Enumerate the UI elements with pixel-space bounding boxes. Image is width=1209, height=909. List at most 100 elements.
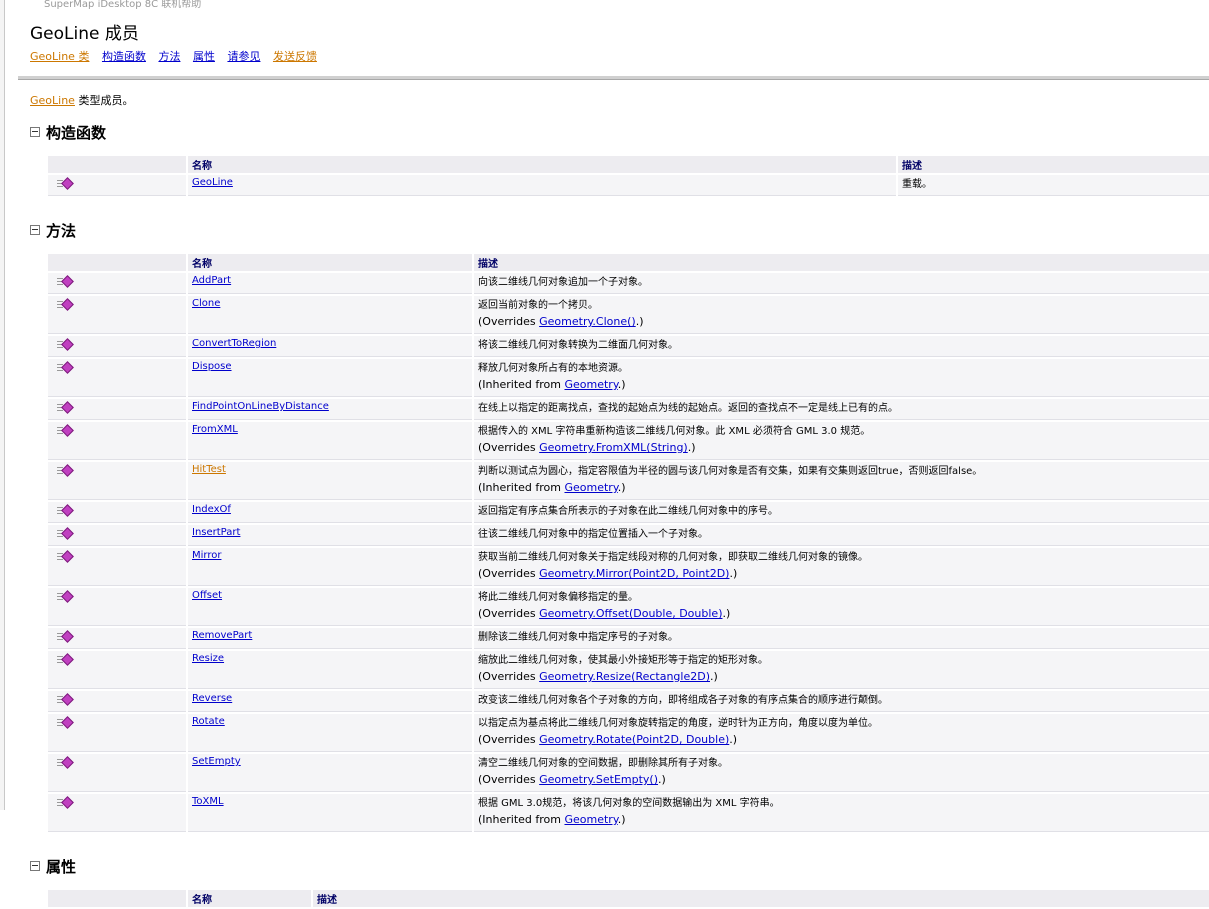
nav-link-methods[interactable]: 方法 [158,50,180,63]
note-prefix: (Overrides [478,773,540,786]
member-link[interactable]: GeoLine [192,177,233,188]
method-icon [57,693,74,706]
table-row: InsertPart 往该二维线几何对象中的指定位置插入一个子对象。 [48,525,1209,546]
member-desc-note: (Inherited from Geometry.) [478,813,626,826]
member-desc-note: (Overrides Geometry.Rotate(Point2D, Doub… [478,733,737,746]
member-name-cell: ConvertToRegion [188,336,472,357]
member-desc-note: (Overrides Geometry.Clone().) [478,315,644,328]
member-link[interactable]: FindPointOnLineByDistance [192,401,329,412]
section-properties-heading[interactable]: 属性 [30,856,1209,876]
left-frame-edge [0,0,5,810]
member-link[interactable]: Resize [192,653,224,664]
note-link[interactable]: Geometry [564,378,617,391]
member-desc-note: (Overrides Geometry.Resize(Rectangle2D).… [478,670,718,683]
member-desc: 根据 GML 3.0规范，将该几何对象的空间数据输出为 XML 字符串。 [478,798,780,809]
member-link[interactable]: Mirror [192,550,221,561]
member-link[interactable]: IndexOf [192,504,231,515]
member-desc-cell: 在线上以指定的距离找点，查找的起始点为线的起始点。返回的查找点不一定是线上已有的… [474,399,1209,420]
note-link[interactable]: Geometry.Resize(Rectangle2D) [539,670,710,683]
member-desc-cell: 往该二维线几何对象中的指定位置插入一个子对象。 [474,525,1209,546]
member-desc-note: (Overrides Geometry.SetEmpty().) [478,773,666,786]
col-desc-header: 描述 [474,254,1209,271]
note-suffix: .) [710,670,718,683]
member-icon-cell [48,336,186,357]
member-link[interactable]: FromXML [192,424,238,435]
table-row: Dispose 释放几何对象所占有的本地资源。 (Inherited from Ge… [48,359,1209,397]
member-desc-cell: 将该二维线几何对象转换为二维面几何对象。 [474,336,1209,357]
member-name-cell: Clone [188,296,472,334]
member-desc-note: (Overrides Geometry.Mirror(Point2D, Poin… [478,567,737,580]
member-name-cell: Mirror [188,548,472,586]
note-suffix: .) [722,607,731,620]
member-desc: 返回当前对象的一个拷贝。 [478,300,598,311]
member-icon-cell [48,794,186,832]
member-link[interactable]: SetEmpty [192,756,241,767]
member-desc: 重载。 [898,175,1209,196]
member-link[interactable]: Offset [192,590,222,601]
nav-link-properties[interactable]: 属性 [193,50,215,63]
method-icon [57,177,74,190]
member-desc-cell: 返回当前对象的一个拷贝。 (Overrides Geometry.Clone().… [474,296,1209,334]
table-row: Rotate 以指定点为基点将此二维线几何对象旋转指定的角度，逆时针为正方向，角度… [48,714,1209,752]
member-desc-cell: 释放几何对象所占有的本地资源。 (Inherited from Geometry.… [474,359,1209,397]
member-link[interactable]: Reverse [192,693,232,704]
member-desc-cell: 向该二维线几何对象追加一个子对象。 [474,273,1209,294]
note-suffix: .) [729,567,738,580]
member-link[interactable]: AddPart [192,275,231,286]
note-link[interactable]: Geometry.FromXML(String) [539,441,688,454]
col-name-header: 名称 [188,890,311,907]
member-link[interactable]: RemovePart [192,630,252,641]
main-content: GeoLine 类型成员。 构造函数 名称 描述 GeoLine 重载。 方法 … [30,92,1209,909]
note-link[interactable]: Geometry.Offset(Double, Double) [539,607,722,620]
nav-link-feedback[interactable]: 发送反馈 [273,50,317,63]
member-desc: 将该二维线几何对象转换为二维面几何对象。 [478,340,678,351]
note-link[interactable]: Geometry.Mirror(Point2D, Point2D) [539,567,729,580]
member-link[interactable]: ConvertToRegion [192,338,276,349]
note-prefix: (Inherited from [478,481,565,494]
note-link[interactable]: Geometry.Clone() [539,315,636,328]
note-prefix: (Inherited from [478,378,565,391]
note-link[interactable]: Geometry.SetEmpty() [539,773,658,786]
nav-link-see-also[interactable]: 请参见 [227,50,260,63]
table-row: ConvertToRegion 将该二维线几何对象转换为二维面几何对象。 [48,336,1209,357]
note-link[interactable]: Geometry [564,813,617,826]
method-icon [57,527,74,540]
table-row: Clone 返回当前对象的一个拷贝。 (Overrides Geometry.Clo… [48,296,1209,334]
method-icon [57,504,74,517]
member-name-cell: FromXML [188,422,472,460]
member-name-cell: SetEmpty [188,754,472,792]
table-row: Reverse 改变该二维线几何对象各个子对象的方向，即将组成各子对象的有序点集合… [48,691,1209,712]
method-icon [57,796,74,809]
member-link[interactable]: Rotate [192,716,225,727]
section-methods-heading[interactable]: 方法 [30,220,1209,240]
collapse-icon[interactable] [30,861,40,871]
member-desc: 缩放此二维线几何对象，使其最小外接矩形等于指定的矩形对象。 [478,655,768,666]
intro-class-link[interactable]: GeoLine [30,94,75,107]
member-link[interactable]: HitTest [192,464,226,475]
method-icon [57,401,74,414]
member-desc-cell: 根据 GML 3.0规范，将该几何对象的空间数据输出为 XML 字符串。 (Inh… [474,794,1209,832]
member-icon-cell [48,714,186,752]
member-desc-cell: 改变该二维线几何对象各个子对象的方向，即将组成各子对象的有序点集合的顺序进行颠倒… [474,691,1209,712]
member-desc-note: (Inherited from Geometry.) [478,378,626,391]
method-icon [57,361,74,374]
member-link[interactable]: Dispose [192,361,232,372]
col-icon-header [48,890,186,907]
member-link[interactable]: ToXML [192,796,224,807]
note-link[interactable]: Geometry [564,481,617,494]
collapse-icon[interactable] [30,127,40,137]
member-link[interactable]: InsertPart [192,527,240,538]
note-link[interactable]: Geometry.Rotate(Point2D, Double) [539,733,729,746]
member-desc: 往该二维线几何对象中的指定位置插入一个子对象。 [478,529,708,540]
collapse-icon[interactable] [30,225,40,235]
member-desc-cell: 获取当前二维线几何对象关于指定线段对称的几何对象，即获取二维线几何对象的镜像。 (… [474,548,1209,586]
section-constructors-heading[interactable]: 构造函数 [30,122,1209,142]
member-link[interactable]: Clone [192,298,220,309]
nav-link-constructors[interactable]: 构造函数 [102,50,146,63]
member-icon-cell [48,754,186,792]
nav-link-class[interactable]: GeoLine 类 [30,50,89,63]
member-desc: 获取当前二维线几何对象关于指定线段对称的几何对象，即获取二维线几何对象的镜像。 [478,552,868,563]
col-name-header: 名称 [188,156,896,173]
table-row: Offset 将此二维线几何对象偏移指定的量。 (Overrides Geometr… [48,588,1209,626]
member-desc: 删除该二维线几何对象中指定序号的子对象。 [478,632,678,643]
